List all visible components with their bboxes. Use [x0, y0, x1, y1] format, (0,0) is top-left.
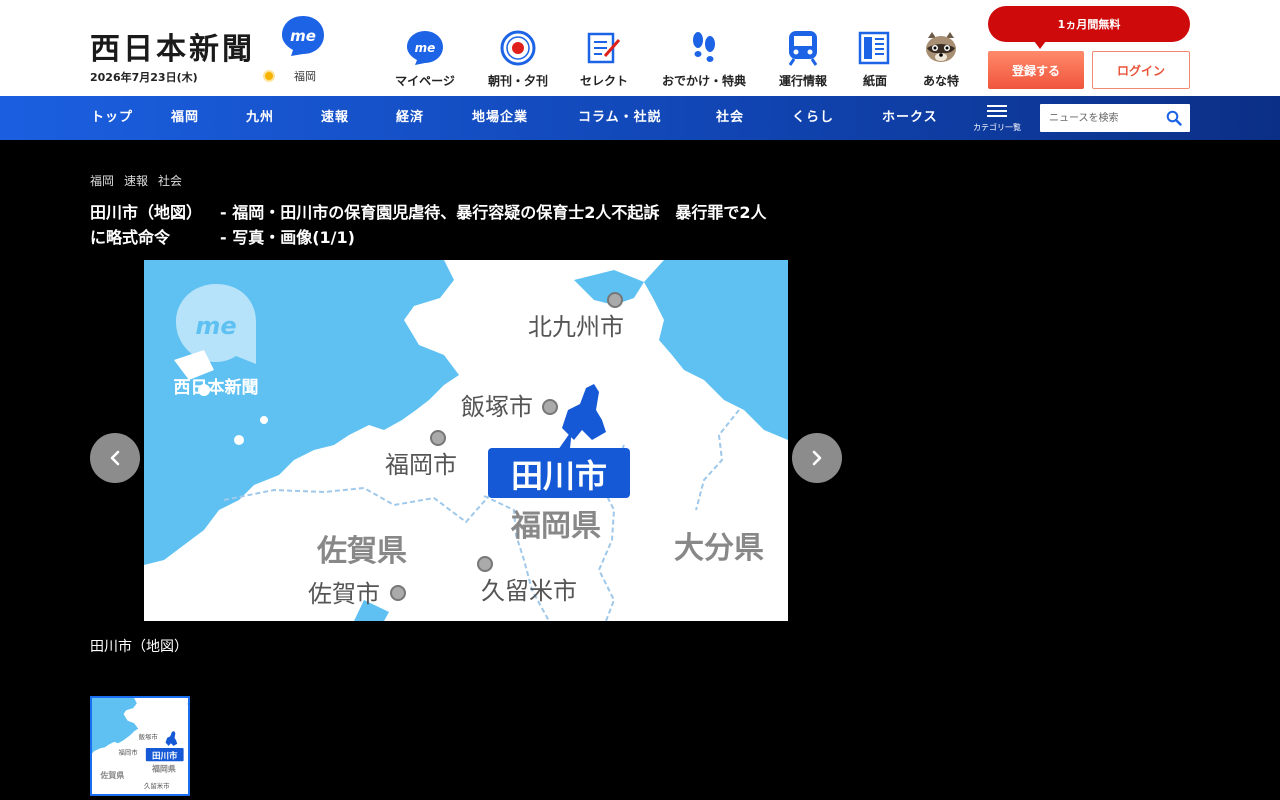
nav-editions[interactable]: 朝刊・夕刊	[484, 28, 552, 89]
map-label: 佐賀市	[308, 580, 380, 608]
nav-editions-label: 朝刊・夕刊	[487, 74, 548, 88]
main-photo[interactable]: me 西日本新聞 田川市 北九州市 飯塚市 福岡市 福岡県 佐賀県 大分県 佐賀…	[144, 260, 788, 621]
map-label: 佐賀県	[316, 534, 407, 569]
breadcrumb-item[interactable]: 福岡	[90, 172, 114, 189]
site-header: 西日本新聞 me 2026年7月23日(木) 福岡 me マイページ 朝刊・夕刊…	[0, 0, 1280, 96]
nav-anatoku[interactable]: あな特	[918, 28, 964, 89]
title-article-name-cont: に略式命令	[90, 228, 171, 247]
thumb-label: 福岡県	[151, 763, 176, 773]
thumb-highlight-city: 田川市	[152, 750, 178, 761]
breadcrumb-item[interactable]: 速報	[124, 172, 148, 189]
sun-icon	[262, 69, 276, 83]
nav-select[interactable]: セレクト	[572, 28, 636, 89]
weather-city: 福岡	[294, 70, 316, 83]
map-watermark-name: 西日本新聞	[174, 377, 259, 398]
title-article-name: - 福岡・田川市の保育園児虐待、暴行容疑の保育士2人不起訴 暴行罪で2人	[220, 203, 767, 222]
gnav-item-economy[interactable]: 経済	[396, 96, 424, 140]
next-photo-button[interactable]	[792, 433, 842, 483]
title-image-name: 田川市（地図）	[90, 203, 203, 222]
login-button[interactable]: ログイン	[1092, 51, 1190, 89]
thumb-label: 佐賀県	[99, 770, 124, 780]
gnav-item-top[interactable]: トップ	[91, 96, 133, 140]
gnav-item-kyushu[interactable]: 九州	[246, 96, 274, 140]
hamburger-icon	[987, 105, 1007, 117]
map-label: 飯塚市	[461, 393, 533, 421]
search-box	[1040, 104, 1190, 132]
thumb-label: 飯塚市	[139, 732, 159, 741]
title-photo-index: - 写真・画像(1/1)	[220, 228, 355, 247]
gnav-item-local-business[interactable]: 地場企業	[472, 96, 528, 140]
map-watermark-me: me	[195, 312, 236, 340]
map-label: 久留米市	[481, 577, 577, 605]
me-badge-text: me	[290, 27, 316, 45]
global-nav: トップ 福岡 九州 速報 経済 地場企業 コラム・社説 社会 くらし ホークス …	[0, 96, 1280, 140]
photo-thumbnail[interactable]: 田川市 福岡県 佐賀県 福岡市 飯塚市 久留米市	[90, 696, 190, 796]
tagawa-map-image: me 西日本新聞 田川市 北九州市 飯塚市 福岡市 福岡県 佐賀県 大分県 佐賀…	[144, 260, 788, 621]
nav-select-label: セレクト	[579, 74, 628, 88]
raccoon-icon	[921, 28, 961, 68]
free-trial-banner[interactable]: 1ヵ月間無料	[988, 6, 1190, 49]
thumb-label: 久留米市	[144, 781, 170, 790]
gnav-item-society[interactable]: 社会	[716, 96, 744, 140]
map-label: 北九州市	[528, 313, 624, 341]
page-title: 田川市（地図） - 福岡・田川市の保育園児虐待、暴行容疑の保育士2人不起訴 暴行…	[90, 200, 850, 250]
chevron-right-icon	[812, 450, 822, 466]
category-menu-button[interactable]: カテゴリ一覧	[966, 102, 1028, 133]
gnav-item-breaking[interactable]: 速報	[321, 96, 349, 140]
chevron-left-icon	[110, 450, 120, 466]
breadcrumb-item[interactable]: 社会	[158, 172, 182, 189]
gnav-item-hawks[interactable]: ホークス	[882, 96, 938, 140]
nav-paper-label: 紙面	[862, 74, 887, 88]
svg-text:me: me	[415, 41, 436, 55]
newspaper-edition-icon	[498, 28, 538, 68]
gnav-item-life[interactable]: くらし	[792, 96, 834, 140]
prev-photo-button[interactable]	[90, 433, 140, 483]
map-label: 大分県	[674, 531, 764, 566]
search-input[interactable]	[1040, 104, 1160, 132]
nav-paper[interactable]: 紙面	[852, 28, 898, 89]
nav-outing-label: おでかけ・特典	[661, 74, 746, 88]
nav-mypage-label: マイページ	[395, 74, 455, 88]
train-icon	[783, 28, 823, 68]
photo-caption: 田川市（地図）	[90, 639, 188, 655]
nav-transit-label: 運行情報	[778, 74, 827, 88]
category-label: カテゴリ一覧	[973, 123, 1021, 132]
map-highlight-city: 田川市	[511, 457, 607, 495]
nav-outing[interactable]: おでかけ・特典	[656, 28, 752, 89]
register-button[interactable]: 登録する	[988, 51, 1084, 89]
nav-mypage[interactable]: me マイページ	[392, 28, 458, 89]
map-label: 福岡市	[385, 451, 457, 479]
footprints-icon	[684, 28, 724, 68]
nav-anatoku-label: あな特	[922, 74, 959, 88]
paper-page-icon	[855, 28, 895, 68]
gnav-item-column[interactable]: コラム・社説	[578, 96, 662, 140]
site-logo[interactable]: 西日本新聞	[90, 24, 255, 68]
weather-widget[interactable]: 福岡	[262, 68, 316, 84]
me-badge-icon[interactable]: me	[281, 14, 325, 58]
thumbnail-map-image: 田川市 福岡県 佐賀県 福岡市 飯塚市 久留米市	[92, 698, 188, 794]
breadcrumb: 福岡 速報 社会	[90, 172, 182, 189]
nav-transit[interactable]: 運行情報	[774, 28, 832, 89]
gnav-item-fukuoka[interactable]: 福岡	[171, 96, 199, 140]
search-icon[interactable]	[1166, 110, 1182, 126]
select-pen-icon	[584, 28, 624, 68]
header-date: 2026年7月23日(木)	[90, 71, 198, 84]
mypage-me-icon: me	[405, 28, 445, 68]
thumb-label: 福岡市	[118, 748, 138, 757]
map-label: 福岡県	[510, 509, 601, 544]
